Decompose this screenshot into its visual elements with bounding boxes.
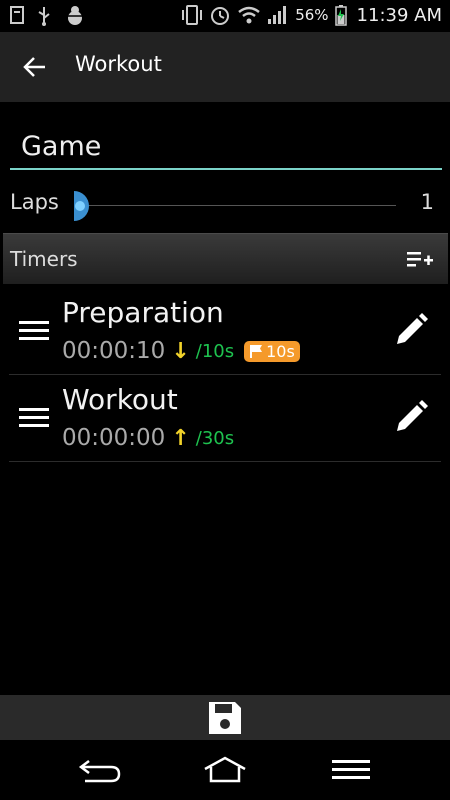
- drag-handle-icon[interactable]: [19, 407, 49, 429]
- timer-duration: 00:00:00: [62, 425, 166, 451]
- notification-icon: [10, 6, 24, 24]
- flag-icon: [250, 345, 263, 358]
- system-nav-bar: [0, 740, 450, 800]
- floppy-save-icon[interactable]: [206, 699, 244, 737]
- pencil-edit-icon[interactable]: [391, 310, 431, 350]
- timer-name: Preparation: [62, 296, 224, 329]
- playlist-add-icon[interactable]: [406, 248, 434, 272]
- timer-lap-time: /10s: [195, 340, 235, 362]
- debug-icon: [66, 6, 84, 25]
- timer-row-workout[interactable]: Workout 00:00:00 ↑ /30s: [9, 375, 441, 462]
- vibrate-icon: [182, 5, 203, 25]
- alarm-icon: [211, 7, 230, 25]
- timer-row-preparation[interactable]: Preparation 00:00:10 ↓ /10s 10s: [9, 288, 441, 375]
- pencil-edit-icon[interactable]: [391, 397, 431, 437]
- warning-badge: 10s: [244, 340, 300, 362]
- badge-text: 10s: [266, 341, 295, 361]
- battery-charging-icon: [334, 5, 347, 26]
- laps-label: Laps: [10, 190, 59, 214]
- arrow-left-icon[interactable]: [20, 52, 50, 82]
- laps-slider-thumb[interactable]: [56, 188, 96, 224]
- status-left-icons: [10, 5, 86, 27]
- timers-label: Timers: [10, 247, 78, 271]
- home-nav-icon[interactable]: [202, 755, 248, 785]
- laps-slider-track[interactable]: [74, 205, 396, 206]
- signal-icon: [268, 6, 287, 24]
- countup-arrow-icon: ↑: [171, 425, 190, 451]
- drag-handle-icon[interactable]: [19, 320, 49, 342]
- wifi-icon: [238, 6, 260, 24]
- timers-section-header: Timers: [3, 233, 448, 284]
- status-bar: 56% 11:39 AM: [0, 0, 450, 32]
- countdown-arrow-icon: ↓: [171, 338, 190, 364]
- timer-details: 00:00:00 ↑ /30s: [62, 425, 234, 451]
- workout-name-field[interactable]: Game: [10, 124, 442, 170]
- timer-details: 00:00:10 ↓ /10s 10s: [62, 338, 300, 364]
- status-right-icons: 56% 11:39 AM: [181, 4, 442, 26]
- back-nav-icon[interactable]: [77, 755, 123, 785]
- usb-icon: [38, 7, 50, 26]
- timer-name: Workout: [62, 383, 178, 416]
- bottom-action-bar: [0, 695, 450, 740]
- app-bar: Workout: [0, 32, 450, 102]
- battery-level: 56%: [295, 6, 329, 24]
- laps-value: 1: [420, 190, 434, 214]
- timer-lap-time: /30s: [195, 427, 235, 449]
- clock: 11:39 AM: [356, 4, 442, 26]
- menu-nav-icon[interactable]: [328, 755, 374, 785]
- timer-duration: 00:00:10: [62, 338, 166, 364]
- page-title: Workout: [75, 52, 162, 76]
